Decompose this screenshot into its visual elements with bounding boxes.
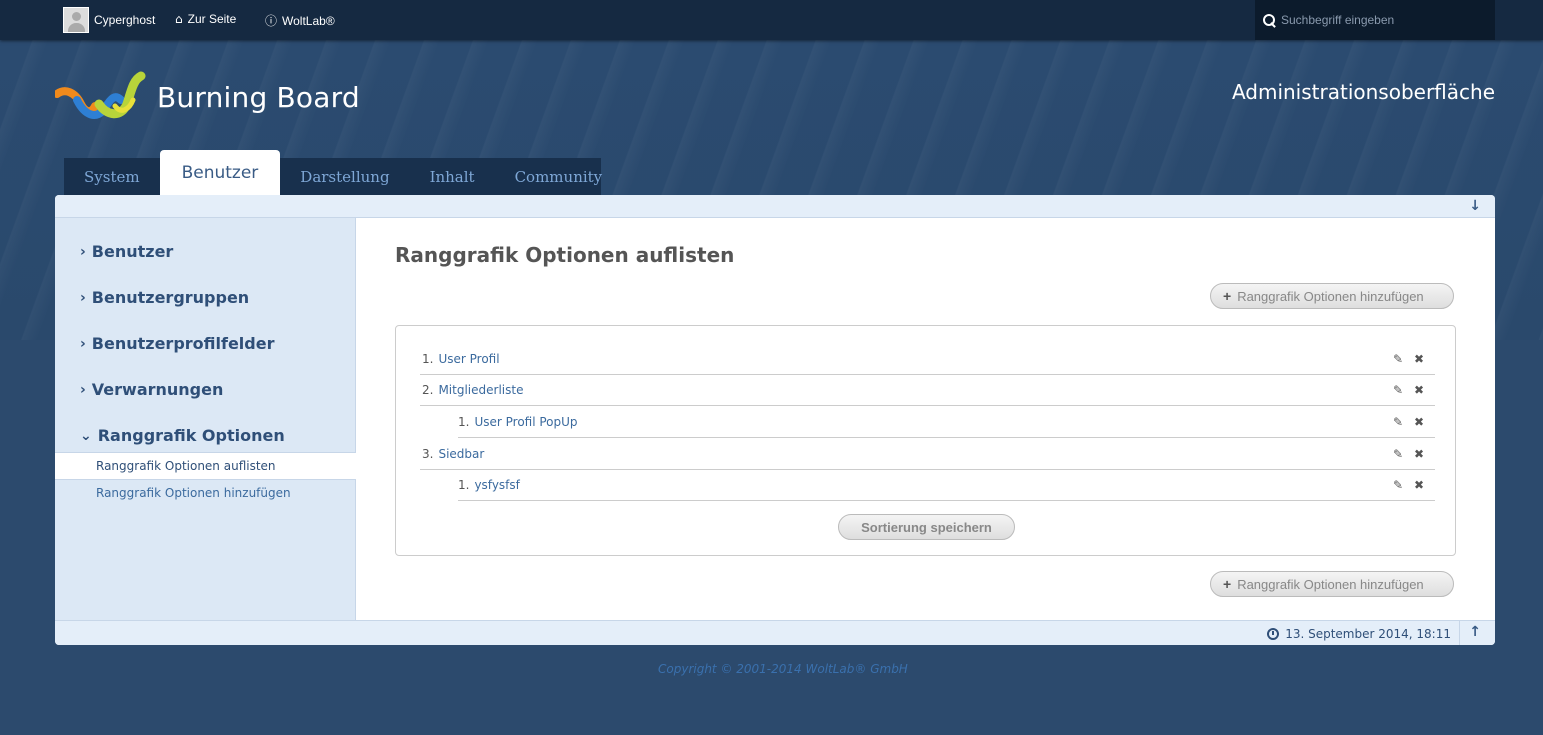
add-option-button[interactable]: + Ranggrafik Optionen hinzufügen xyxy=(1210,283,1454,309)
search-box xyxy=(1255,0,1495,40)
item-number: 1. xyxy=(458,477,470,492)
item-number: 1. xyxy=(422,351,434,366)
chevron-right-icon: › xyxy=(80,381,86,398)
timestamp: 13. September 2014, 18:11 xyxy=(1267,627,1451,641)
item-label[interactable]: Mitgliederliste xyxy=(438,383,523,397)
info-icon: ⓘ xyxy=(265,14,278,28)
delete-icon[interactable]: ✖ xyxy=(1413,352,1425,366)
chevron-right-icon: › xyxy=(80,243,86,260)
sidebar-item-verwarnungen[interactable]: › Verwarnungen xyxy=(80,380,223,399)
add-option-button-label: Ranggrafik Optionen hinzufügen xyxy=(1237,288,1424,304)
item-actions: ✎ ✖ xyxy=(1392,415,1425,429)
sidebar-item-benutzergruppen[interactable]: › Benutzergruppen xyxy=(80,288,249,307)
sortable-list: 1. User Profil ✎ ✖ 2. Mitgliederliste ✎ … xyxy=(395,325,1456,556)
sidebar-item-label: Benutzer xyxy=(91,242,174,261)
delete-icon[interactable]: ✖ xyxy=(1413,415,1425,429)
save-sorting-button[interactable]: Sortierung speichern xyxy=(838,514,1015,540)
search-input[interactable] xyxy=(1281,13,1481,27)
item-actions: ✎ ✖ xyxy=(1392,447,1425,461)
add-option-button-bottom[interactable]: + Ranggrafik Optionen hinzufügen xyxy=(1210,571,1454,597)
home-link-label[interactable]: Zur Seite xyxy=(188,12,237,26)
item-number: 3. xyxy=(422,446,434,461)
woltlab-link-label[interactable]: WoltLab® xyxy=(282,14,335,28)
pencil-icon[interactable]: ✎ xyxy=(1392,447,1404,461)
sidebar-item-label: Benutzerprofilfelder xyxy=(91,334,275,353)
list-item[interactable]: 3. Siedbar ✎ ✖ xyxy=(420,438,1435,470)
item-number: 2. xyxy=(422,382,434,397)
clock-icon xyxy=(1267,628,1280,640)
delete-icon[interactable]: ✖ xyxy=(1413,478,1425,492)
delete-icon[interactable]: ✖ xyxy=(1413,383,1425,397)
item-actions: ✎ ✖ xyxy=(1392,383,1425,397)
sidebar-item-benutzerprofilfelder[interactable]: › Benutzerprofilfelder xyxy=(80,334,274,353)
item-number: 1. xyxy=(458,414,470,429)
item-label[interactable]: ysfysfsf xyxy=(474,478,519,492)
sidebar-item-label: Verwarnungen xyxy=(91,380,224,399)
woltlab-link[interactable]: ⓘ WoltLab® xyxy=(265,12,335,29)
sidebar-item-label: Ranggrafik Optionen xyxy=(97,426,285,445)
list-item[interactable]: 1. User Profil PopUp ✎ ✖ xyxy=(458,406,1435,438)
tab-darstellung[interactable]: Darstellung xyxy=(280,158,409,195)
username[interactable]: Cyperghost xyxy=(94,13,155,27)
arrow-down-icon[interactable]: ↓ xyxy=(1469,198,1481,214)
avatar xyxy=(63,7,89,33)
main-menu: System Benutzer Darstellung Inhalt Commu… xyxy=(64,150,602,195)
sidebar-subitem-auflisten[interactable]: Ranggrafik Optionen auflisten xyxy=(55,452,356,480)
user-menu[interactable]: Cyperghost xyxy=(63,7,155,33)
add-option-button-label: Ranggrafik Optionen hinzufügen xyxy=(1237,576,1424,592)
pencil-icon[interactable]: ✎ xyxy=(1392,415,1404,429)
plus-icon: + xyxy=(1223,288,1232,304)
chevron-down-icon: ⌄ xyxy=(80,427,92,444)
page-title: Ranggrafik Optionen auflisten xyxy=(395,243,735,267)
logo-text: Burning Board xyxy=(157,80,360,114)
home-icon: ⌂ xyxy=(175,12,183,26)
plus-icon: + xyxy=(1223,576,1232,592)
main-panel: ↓ › Benutzer › Benutzergruppen › Benutze… xyxy=(55,195,1495,645)
pencil-icon[interactable]: ✎ xyxy=(1392,352,1404,366)
arrow-up-icon[interactable]: ↑ xyxy=(1469,624,1481,640)
item-label[interactable]: User Profil PopUp xyxy=(474,415,577,429)
copyright[interactable]: Copyright © 2001-2014 WoltLab® GmbH xyxy=(658,662,908,676)
sidebar: › Benutzer › Benutzergruppen › Benutzerp… xyxy=(55,218,356,620)
list-item[interactable]: 2. Mitgliederliste ✎ ✖ xyxy=(420,374,1435,406)
list-item[interactable]: 1. ysfysfsf ✎ ✖ xyxy=(458,469,1435,501)
item-label[interactable]: Siedbar xyxy=(438,447,484,461)
admin-title: Administrationsoberfläche xyxy=(1231,80,1495,104)
item-actions: ✎ ✖ xyxy=(1392,352,1425,366)
sidebar-subitem-hinzufuegen[interactable]: Ranggrafik Optionen hinzufügen xyxy=(96,486,291,500)
tab-system[interactable]: System xyxy=(64,158,160,195)
panel-header: ↓ xyxy=(55,195,1495,218)
home-link[interactable]: ⌂ Zur Seite xyxy=(175,12,236,26)
tab-community[interactable]: Community xyxy=(495,158,623,195)
sidebar-item-ranggrafik-optionen[interactable]: ⌄ Ranggrafik Optionen xyxy=(80,426,285,445)
sidebar-item-label: Benutzergruppen xyxy=(91,288,250,307)
pencil-icon[interactable]: ✎ xyxy=(1392,383,1404,397)
chevron-right-icon: › xyxy=(80,289,86,306)
panel-footer: 13. September 2014, 18:11 ↑ xyxy=(55,620,1495,645)
logo[interactable]: Burning Board xyxy=(55,70,360,124)
burning-board-logo-icon xyxy=(55,71,146,119)
footer-divider xyxy=(1459,621,1460,645)
chevron-right-icon: › xyxy=(80,335,86,352)
timestamp-text: 13. September 2014, 18:11 xyxy=(1285,627,1451,641)
search-icon[interactable] xyxy=(1263,13,1276,27)
item-actions: ✎ ✖ xyxy=(1392,478,1425,492)
pencil-icon[interactable]: ✎ xyxy=(1392,478,1404,492)
top-bar: Cyperghost ⌂ Zur Seite ⓘ WoltLab® xyxy=(0,0,1543,40)
tab-inhalt[interactable]: Inhalt xyxy=(410,158,495,195)
item-label[interactable]: User Profil xyxy=(438,352,499,366)
list-item[interactable]: 1. User Profil ✎ ✖ xyxy=(420,343,1435,375)
delete-icon[interactable]: ✖ xyxy=(1413,447,1425,461)
tab-benutzer[interactable]: Benutzer xyxy=(159,150,281,195)
sidebar-item-benutzer[interactable]: › Benutzer xyxy=(80,242,173,261)
